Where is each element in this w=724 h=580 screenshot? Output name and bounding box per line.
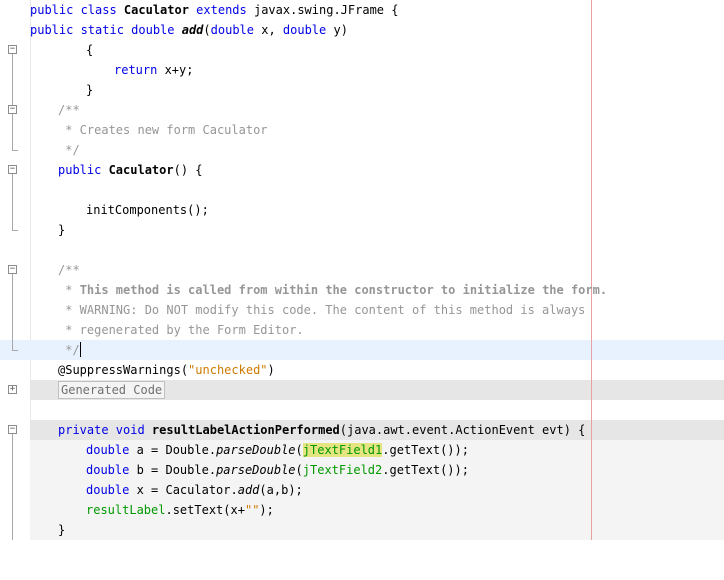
folded-code-line[interactable]: Generated Code [0, 380, 724, 400]
comment-line[interactable]: */ [0, 340, 724, 360]
code-line: double b = Double.parseDouble(jTextField… [86, 463, 469, 477]
code-line: private void resultLabelActionPerformed(… [58, 423, 586, 437]
generated-code-fold[interactable]: Generated Code [58, 381, 166, 399]
code-line: } [58, 523, 66, 537]
code-editor[interactable]: − − − − + − public class Caculator exten… [0, 0, 724, 540]
code-line: double a = Double.parseDouble(jTextField… [86, 443, 469, 457]
comment-line: /** [58, 103, 80, 117]
code-line: public class Caculator extends javax.swi… [30, 3, 399, 17]
code-line: double x = Caculator.add(a,b); [86, 483, 303, 497]
field-jtextfield1: jTextField1 [302, 443, 383, 457]
code-line: public Caculator() { [58, 163, 203, 177]
code-line: } [86, 83, 94, 97]
comment-line: /** [58, 263, 80, 277]
text-caret [79, 342, 81, 357]
code-line: } [58, 223, 66, 237]
code-line: initComponents(); [86, 203, 209, 217]
comment-line: * regenerated by the Form Editor. [58, 323, 304, 337]
comment-line: * WARNING: Do NOT modify this code. The … [58, 303, 586, 317]
comment-line: */ [58, 143, 80, 157]
code-line: { [86, 43, 94, 57]
code-line: public static double add(double x, doubl… [30, 23, 348, 37]
code-line: resultLabel.setText(x+""); [86, 503, 274, 517]
annotation-line: @SuppressWarnings("unchecked") [58, 363, 275, 377]
code-line: return x+y; [114, 63, 194, 77]
comment-line: * Creates new form Caculator [58, 123, 268, 137]
comment-line: * This method is called from within the … [58, 283, 608, 297]
